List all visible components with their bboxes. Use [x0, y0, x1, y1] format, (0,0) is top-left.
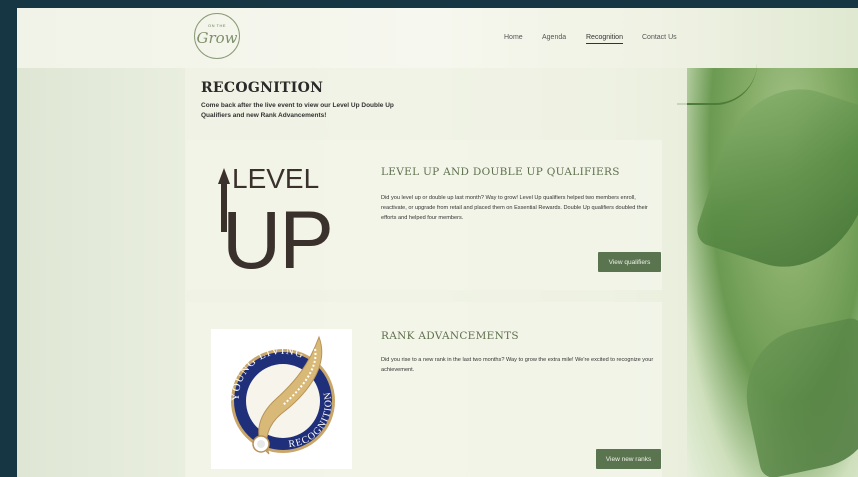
leaf-background-image	[677, 68, 858, 477]
young-living-recognition-badge: YOUNG LIVING RECOGNITION	[211, 329, 352, 469]
nav-home[interactable]: Home	[504, 34, 523, 41]
level-up-image: LEVEL UP	[210, 162, 340, 286]
page-title: RECOGNITION	[201, 80, 324, 96]
level-up-title: LEVEL UP AND DOUBLE UP QUALIFIERS	[381, 166, 620, 178]
logo-script-text: Grow	[196, 29, 238, 47]
on-the-grow-logo[interactable]: ON THE Grow	[194, 13, 240, 59]
leaf-stem	[677, 63, 757, 105]
nav-agenda[interactable]: Agenda	[542, 34, 566, 41]
view-qualifiers-button[interactable]: View qualifiers	[598, 252, 661, 272]
level-up-body: Did you level up or double up last month…	[381, 195, 648, 221]
leaf-shape-bottom	[733, 316, 858, 477]
site-header: ON THE Grow Home Agenda Recognition Cont…	[17, 8, 858, 68]
page-intro: Come back after the live event to view o…	[201, 102, 394, 119]
nav-recognition[interactable]: Recognition	[586, 34, 623, 44]
up-text: UP	[222, 195, 332, 272]
logo-small-text: ON THE	[207, 23, 227, 28]
rank-advancements-title: RANK ADVANCEMENTS	[381, 330, 519, 342]
view-new-ranks-button[interactable]: View new ranks	[596, 449, 661, 469]
nav-contact-us[interactable]: Contact Us	[642, 34, 677, 41]
rank-advancements-body: Did you rise to a new rank in the last t…	[381, 357, 654, 373]
level-text: LEVEL	[232, 163, 319, 194]
